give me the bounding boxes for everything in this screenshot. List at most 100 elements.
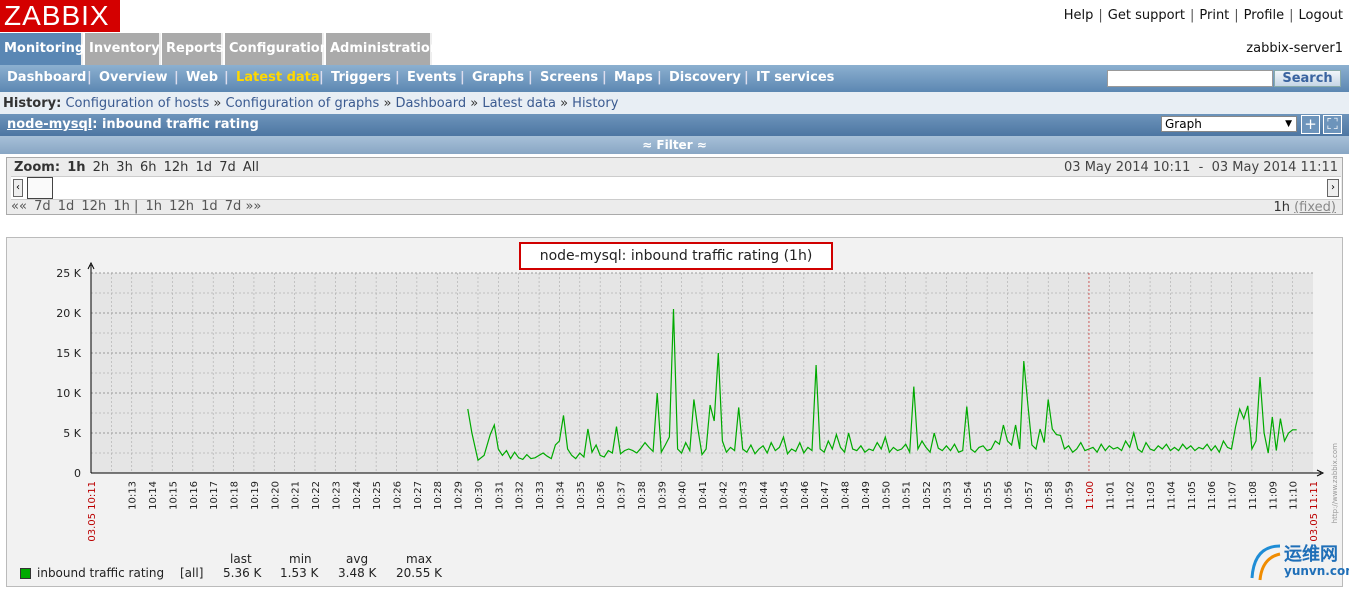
subnav-discovery[interactable]: Discovery: [669, 70, 741, 85]
profile-link[interactable]: Profile: [1244, 8, 1284, 23]
scroll-left-arrow-icon[interactable]: ‹: [13, 179, 23, 197]
tab-administration[interactable]: Administration: [326, 33, 439, 65]
tab-configuration[interactable]: Configuration: [225, 33, 329, 65]
zabbix-logo[interactable]: ZABBIX: [0, 0, 120, 32]
zoom-3h[interactable]: 3h: [116, 160, 133, 175]
separator: |: [460, 70, 465, 85]
separator: |: [528, 70, 533, 85]
forward-12h[interactable]: 12h: [169, 199, 194, 214]
tab-monitoring[interactable]: Monitoring: [0, 33, 84, 65]
legend-min-value: 1.53 K: [280, 566, 319, 580]
date-separator: -: [1198, 160, 1204, 175]
add-to-favorites-icon[interactable]: +: [1301, 115, 1320, 134]
separator: |: [1234, 8, 1239, 23]
graph-container: [6, 237, 1343, 587]
watermark: 运维网 yunvn.com: [1246, 538, 1349, 586]
back-1h[interactable]: 1h: [113, 199, 130, 214]
fixed-toggle[interactable]: (fixed): [1294, 200, 1336, 215]
separator: |: [174, 70, 179, 85]
fullscreen-icon[interactable]: ⛶: [1323, 115, 1342, 134]
legend-last-value: 5.36 K: [223, 566, 262, 580]
scroll-right-arrow-icon[interactable]: ›: [1327, 179, 1339, 197]
separator: |: [87, 70, 92, 85]
separator: |: [657, 70, 662, 85]
forward-1d[interactable]: 1d: [201, 199, 218, 214]
logout-link[interactable]: Logout: [1298, 8, 1343, 23]
separator: |: [319, 70, 324, 85]
subnav-maps[interactable]: Maps: [614, 70, 653, 85]
breadcrumb-link[interactable]: Latest data: [482, 96, 556, 111]
legend-header-avg: avg: [346, 552, 369, 566]
breadcrumb-separator: »: [560, 96, 569, 111]
legend-max-value: 20.55 K: [396, 566, 443, 580]
date-range: 03 May 2014 10:11 - 03 May 2014 11:11: [1064, 160, 1338, 175]
back-7d[interactable]: 7d: [34, 199, 51, 214]
separator: |: [1289, 8, 1294, 23]
subnav-web[interactable]: Web: [186, 70, 218, 85]
help-link[interactable]: Help: [1064, 8, 1094, 23]
forward-7d[interactable]: 7d: [225, 199, 242, 214]
breadcrumb-link[interactable]: Dashboard: [396, 96, 467, 111]
breadcrumb-link[interactable]: Configuration of hosts: [65, 96, 209, 111]
zoom-6h[interactable]: 6h: [140, 160, 157, 175]
breadcrumb-separator: »: [470, 96, 479, 111]
legend-item-name: inbound traffic rating: [37, 566, 165, 580]
forward-icon: »»: [245, 199, 262, 214]
breadcrumb-separator: »: [383, 96, 392, 111]
tab-inventory[interactable]: Inventory: [85, 33, 161, 65]
zoom-1d[interactable]: 1d: [196, 160, 213, 175]
scrollbar-handle[interactable]: [27, 177, 53, 199]
subnav-screens[interactable]: Screens: [540, 70, 598, 85]
time-scrollbar[interactable]: ‹ ›: [11, 176, 1341, 200]
chevron-down-icon: ▼: [1285, 119, 1292, 129]
separator: |: [602, 70, 607, 85]
search-button[interactable]: Search: [1274, 70, 1341, 87]
subnav-events[interactable]: Events: [407, 70, 456, 85]
zoom-all[interactable]: All: [243, 160, 259, 175]
separator: |: [1189, 8, 1195, 23]
tab-reports[interactable]: Reports: [162, 33, 223, 65]
zoom-12h[interactable]: 12h: [164, 160, 189, 175]
filter-toggle[interactable]: ≈ Filter ≈: [0, 136, 1349, 154]
zoom-2h[interactable]: 2h: [93, 160, 110, 175]
back-12h[interactable]: 12h: [81, 199, 106, 214]
breadcrumb-link[interactable]: History: [572, 96, 618, 111]
view-select[interactable]: Graph ▼: [1161, 116, 1297, 132]
print-link[interactable]: Print: [1199, 8, 1229, 23]
subnav-graphs[interactable]: Graphs: [472, 70, 524, 85]
zoom-row: Zoom: 1h 2h 3h 6h 12h 1d 7d All: [11, 160, 259, 175]
date-to: 03 May 2014 11:11: [1211, 160, 1338, 175]
get-support-link[interactable]: Get support: [1108, 8, 1185, 23]
filter-label: Filter: [656, 138, 693, 152]
separator: |: [744, 70, 749, 85]
back-1d[interactable]: 1d: [58, 199, 75, 214]
zoom-7d[interactable]: 7d: [219, 160, 236, 175]
subnav-overview[interactable]: Overview: [99, 70, 168, 85]
nav-divider: |: [133, 199, 139, 214]
date-from: 03 May 2014 10:11: [1064, 160, 1191, 175]
legend-swatch: [20, 568, 31, 579]
separator: |: [395, 70, 400, 85]
chevron-up-icon: ≈: [696, 138, 707, 152]
subnav-dashboard[interactable]: Dashboard: [7, 70, 86, 85]
search-input[interactable]: [1107, 70, 1273, 87]
breadcrumb-separator: »: [213, 96, 222, 111]
period-value: 1h: [1273, 200, 1290, 215]
subnav-latest-data[interactable]: Latest data: [236, 70, 320, 85]
main-menu: Monitoring Inventory Reports Configurati…: [0, 33, 1349, 65]
forward-1h[interactable]: 1h: [146, 199, 163, 214]
breadcrumb-link[interactable]: Configuration of graphs: [226, 96, 380, 111]
subnav-it-services[interactable]: IT services: [756, 70, 834, 85]
watermark-text: 运维网: [1284, 544, 1338, 565]
chart-title: node-mysql: inbound traffic rating (1h): [519, 242, 833, 270]
subnav-triggers[interactable]: Triggers: [331, 70, 391, 85]
zoom-label: Zoom:: [14, 160, 61, 175]
separator: |: [1098, 8, 1103, 23]
legend-header-max: max: [406, 552, 433, 566]
zoom-current: 1h: [67, 160, 86, 175]
host-link[interactable]: node-mysql: [7, 117, 92, 132]
top-links: Help | Get support | Print | Profile | Logout: [1064, 8, 1343, 23]
history-label: History:: [3, 96, 62, 111]
top-header: ZABBIX Help | Get support | Print | Profile | Lo…: [0, 0, 1349, 32]
page-title: node-mysql: inbound traffic rating: [0, 114, 1349, 136]
